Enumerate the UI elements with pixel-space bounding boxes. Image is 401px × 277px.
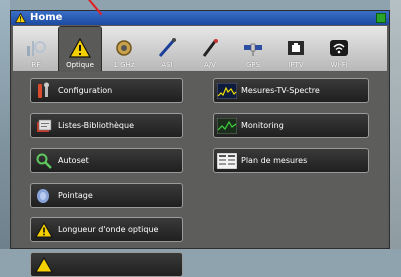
button-label: Monitoring — [241, 121, 284, 130]
tab-label: IPTV — [288, 61, 304, 69]
tools-icon — [34, 81, 54, 101]
button-label: Autoset — [58, 156, 89, 165]
tab-av[interactable]: A/V — [189, 26, 231, 71]
longueur-onde-optique-button[interactable]: Longueur d'onde optique — [30, 217, 183, 242]
tab-label: Optique — [66, 61, 94, 69]
tab-label: RF — [31, 61, 41, 69]
home-window: Home RF Optique 1 GHz ASI A/V GPS IPTV W… — [10, 10, 390, 277]
window-title: Home — [30, 12, 63, 23]
monitoring-button[interactable]: Monitoring — [213, 113, 369, 138]
button-label: Listes-Bibliothèque — [58, 121, 135, 130]
tab-asi[interactable]: ASI — [146, 26, 188, 71]
tab-wifi[interactable]: Wi-Fi — [318, 26, 360, 71]
warning-triangle-icon — [69, 37, 91, 59]
tab-optique[interactable]: Optique — [58, 26, 102, 71]
configuration-button[interactable]: Configuration — [30, 78, 183, 103]
monitoring-icon — [217, 116, 237, 136]
tab-gps[interactable]: GPS — [232, 26, 274, 71]
asi-cable-icon — [156, 37, 178, 59]
tab-iptv[interactable]: IPTV — [275, 26, 317, 71]
wifi-icon — [328, 37, 350, 59]
background-right — [390, 0, 401, 249]
tab-label: ASI — [161, 61, 173, 69]
tab-label: 1 GHz — [113, 61, 135, 69]
plan-de-mesures-button[interactable]: Plan de mesures — [213, 148, 369, 173]
mesures-tv-spectre-button[interactable]: Mesures-TV-Spectre — [213, 78, 369, 103]
button-label: Configuration — [58, 86, 113, 95]
tab-label: Wi-Fi — [330, 61, 348, 69]
close-icon[interactable] — [376, 13, 386, 23]
library-icon — [34, 116, 54, 136]
rf-antenna-icon — [25, 37, 47, 59]
tab-bar: RF Optique 1 GHz ASI A/V GPS IPTV Wi-Fi — [13, 26, 387, 71]
warning-triangle-icon — [34, 255, 54, 275]
listes-bibliotheque-button[interactable]: Listes-Bibliothèque — [30, 113, 183, 138]
autoset-icon — [34, 151, 54, 171]
pointage-button[interactable]: Pointage — [30, 183, 183, 208]
pointing-icon — [34, 186, 54, 206]
satellite-icon — [242, 37, 264, 59]
warning-triangle-icon — [34, 220, 54, 240]
tab-rf[interactable]: RF — [15, 26, 57, 71]
button-label: Plan de mesures — [241, 156, 308, 165]
ethernet-icon — [285, 37, 307, 59]
background-left — [0, 0, 10, 249]
tab-label: GPS — [245, 61, 261, 69]
connector-icon — [113, 37, 135, 59]
spectrum-icon — [217, 81, 237, 101]
av-cable-icon — [199, 37, 221, 59]
title-bar: Home — [11, 11, 389, 25]
partial-button[interactable] — [30, 252, 183, 277]
button-label: Pointage — [58, 191, 93, 200]
autoset-button[interactable]: Autoset — [30, 148, 183, 173]
tab-label: A/V — [204, 61, 216, 69]
tab-1ghz[interactable]: 1 GHz — [103, 26, 145, 71]
warning-triangle-icon — [14, 12, 26, 24]
button-label: Longueur d'onde optique — [58, 225, 159, 234]
button-label: Mesures-TV-Spectre — [241, 86, 320, 95]
optique-panel: Configuration Listes-Bibliothèque Autose… — [13, 72, 387, 277]
measure-plan-icon — [217, 151, 237, 171]
